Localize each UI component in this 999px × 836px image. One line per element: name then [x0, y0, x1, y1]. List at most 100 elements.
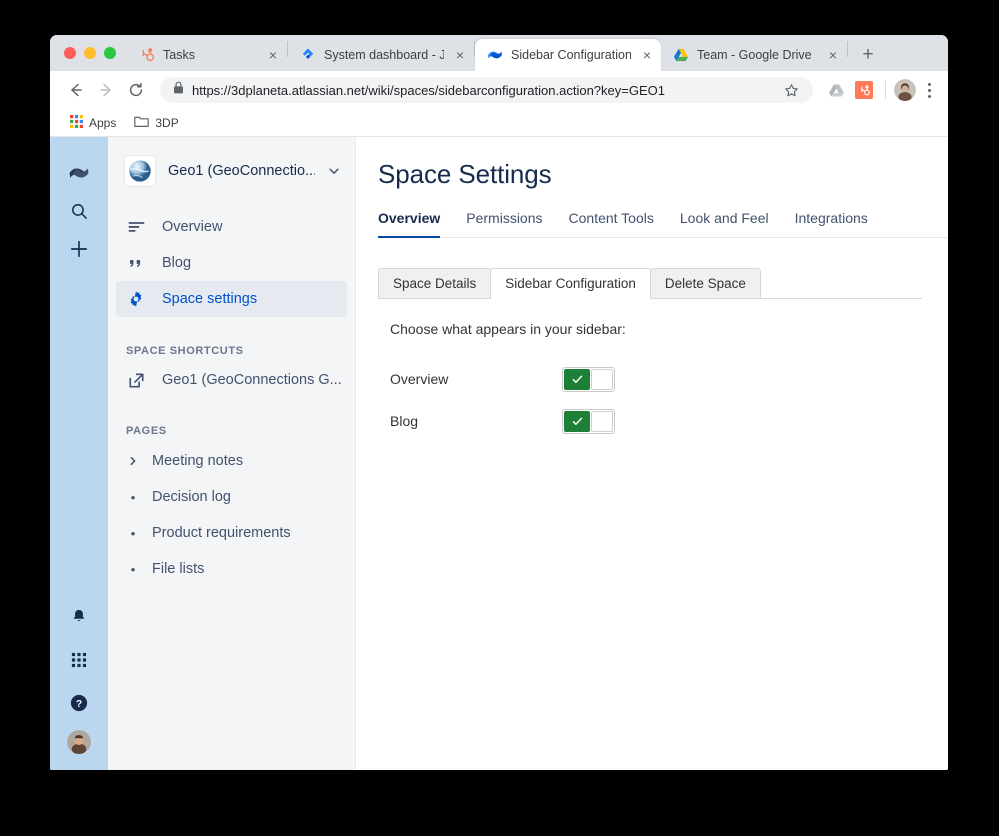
shortcut-label: Geo1 (GeoConnections G...: [162, 372, 342, 388]
browser-tab-strip: Tasks × System dashboard - Jira × Sideba…: [50, 35, 948, 71]
page-content: ? Geo1 (GeoConnectio... Overview Blog Sp…: [50, 137, 948, 770]
close-tab-button[interactable]: ×: [452, 47, 468, 63]
page-label: Product requirements: [152, 525, 291, 541]
toggle-overview[interactable]: [562, 366, 615, 392]
new-tab-button[interactable]: +: [854, 40, 882, 68]
folder-icon: [134, 115, 150, 131]
profile-avatar[interactable]: [894, 79, 916, 101]
sidebar-item-overview[interactable]: Overview: [116, 209, 347, 245]
browser-tabs: Tasks × System dashboard - Jira × Sideba…: [127, 35, 948, 71]
drive-extension-icon[interactable]: [823, 77, 849, 103]
bookmarks-bar: Apps 3DP: [50, 109, 948, 137]
toggle-blog[interactable]: [562, 408, 615, 434]
settings-tabbar: Overview Permissions Content Tools Look …: [378, 204, 948, 238]
space-shortcuts-label: SPACE SHORTCUTS: [126, 345, 244, 357]
back-button[interactable]: [62, 76, 90, 104]
option-label: Overview: [390, 371, 449, 387]
tab-title: Team - Google Drive: [697, 48, 812, 62]
page-label: Meeting notes: [152, 453, 244, 469]
tab-permissions[interactable]: Permissions: [466, 204, 542, 238]
jira-icon: [300, 47, 316, 63]
rail-bottom-icons: ?: [50, 601, 108, 754]
confluence-logo-icon[interactable]: [63, 157, 95, 189]
minimize-window-button[interactable]: [84, 47, 96, 59]
bullet-icon: •: [130, 561, 136, 577]
search-icon[interactable]: [63, 195, 95, 227]
shortcut-item-geo1[interactable]: Geo1 (GeoConnections G...: [108, 363, 355, 397]
page-item-file-lists[interactable]: • File lists: [108, 551, 355, 587]
page-item-meeting-notes[interactable]: Meeting notes: [108, 443, 355, 479]
tab-title: Tasks: [163, 48, 195, 62]
page-item-decision-log[interactable]: • Decision log: [108, 479, 355, 515]
option-label: Blog: [390, 413, 419, 429]
globe-space-icon: [124, 155, 156, 187]
panel-intro-text: Choose what appears in your sidebar:: [390, 321, 626, 337]
chevron-down-icon[interactable]: [327, 164, 341, 178]
close-tab-button[interactable]: ×: [825, 47, 841, 63]
page-item-product-requirements[interactable]: • Product requirements: [108, 515, 355, 551]
overview-lines-icon: [126, 219, 146, 236]
bookmark-label: Apps: [89, 115, 117, 130]
browser-tab-jira[interactable]: System dashboard - Jira ×: [288, 39, 474, 71]
user-avatar[interactable]: [67, 730, 91, 754]
sidebar-item-blog[interactable]: Blog: [116, 245, 347, 281]
toggle-on-segment: [564, 410, 590, 432]
close-tab-button[interactable]: ×: [265, 47, 281, 63]
close-tab-button[interactable]: ×: [639, 47, 655, 63]
gear-icon: [126, 290, 146, 308]
forward-button[interactable]: [92, 76, 120, 104]
bookmark-apps[interactable]: Apps: [64, 112, 122, 134]
notifications-bell-icon[interactable]: [63, 601, 95, 633]
toggle-knob: [591, 368, 613, 390]
close-window-button[interactable]: [64, 47, 76, 59]
url-text: https://3dplaneta.atlassian.net/wiki/spa…: [192, 82, 665, 98]
settings-subtabs: Space Details Sidebar Configuration Dele…: [378, 268, 922, 299]
space-name: Geo1 (GeoConnectio...: [168, 163, 315, 179]
subtab-space-details[interactable]: Space Details: [378, 268, 492, 299]
option-row-blog: Blog: [390, 405, 922, 437]
page-label: Decision log: [152, 489, 231, 505]
browser-tab-google-drive[interactable]: Team - Google Drive ×: [661, 39, 847, 71]
address-bar[interactable]: https://3dplaneta.atlassian.net/wiki/spa…: [160, 77, 813, 103]
reload-button[interactable]: [122, 76, 150, 104]
page-label: File lists: [152, 561, 205, 577]
tab-integrations[interactable]: Integrations: [795, 204, 868, 238]
tab-divider: [847, 41, 848, 57]
sidebar-item-label: Blog: [162, 255, 192, 271]
help-question-icon[interactable]: ?: [63, 687, 95, 719]
external-link-icon: [126, 372, 146, 389]
pages-label: PAGES: [126, 425, 167, 437]
check-icon: [572, 417, 582, 425]
tab-content-tools[interactable]: Content Tools: [569, 204, 654, 238]
bookmark-3dp[interactable]: 3DP: [128, 112, 184, 134]
check-icon: [572, 375, 582, 383]
apps-grid-icon: [70, 114, 83, 131]
space-sidebar: Geo1 (GeoConnectio... Overview Blog Spac…: [108, 137, 356, 770]
chevron-right-icon[interactable]: [126, 456, 140, 466]
bullet-icon: •: [130, 489, 136, 505]
bookmark-star-icon[interactable]: [779, 78, 803, 102]
global-nav-rail: ?: [50, 137, 108, 770]
tab-look-and-feel[interactable]: Look and Feel: [680, 204, 769, 238]
option-row-overview: Overview: [390, 363, 922, 395]
tab-title: System dashboard - Jira: [324, 48, 444, 62]
tab-overview[interactable]: Overview: [378, 204, 441, 238]
zoom-window-button[interactable]: [104, 47, 116, 59]
main-content: Space Settings Overview Permissions Cont…: [356, 137, 948, 770]
subtab-sidebar-configuration[interactable]: Sidebar Configuration: [490, 268, 651, 299]
page-title: Space Settings: [378, 159, 552, 189]
browser-tab-tasks[interactable]: Tasks ×: [127, 39, 287, 71]
sidebar-item-space-settings[interactable]: Space settings: [116, 281, 347, 317]
browser-window: Tasks × System dashboard - Jira × Sideba…: [50, 35, 948, 770]
confluence-icon: [487, 47, 503, 63]
create-icon[interactable]: [63, 233, 95, 265]
svg-text:?: ?: [76, 699, 82, 710]
space-header[interactable]: Geo1 (GeoConnectio...: [108, 153, 355, 187]
browser-tab-sidebar-configuration[interactable]: Sidebar Configuration - C ×: [475, 39, 661, 71]
subtab-delete-space[interactable]: Delete Space: [649, 268, 761, 299]
app-switcher-grid-icon[interactable]: [63, 644, 95, 676]
sidebar-item-label: Space settings: [162, 291, 258, 307]
hubspot-extension-icon[interactable]: [851, 77, 877, 103]
blog-quote-icon: [126, 255, 146, 272]
browser-menu-button[interactable]: [918, 77, 940, 103]
